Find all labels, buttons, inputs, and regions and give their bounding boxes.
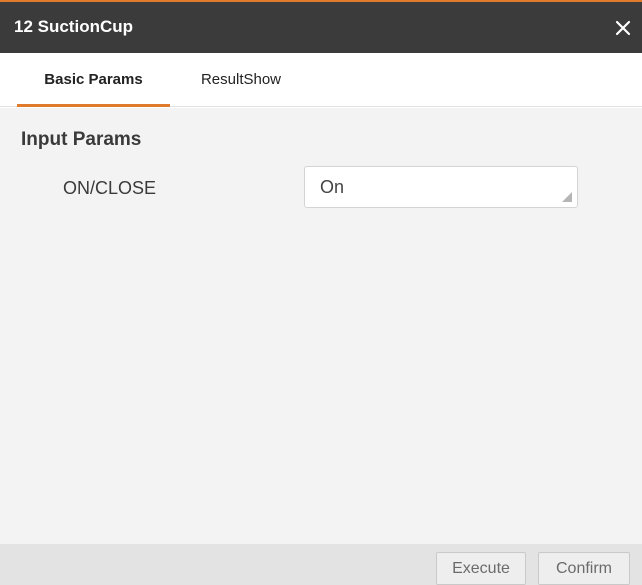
on-close-label: ON/CLOSE — [63, 178, 157, 198]
footer-bar: Execute Confirm — [0, 544, 642, 585]
resize-grip-icon — [562, 192, 572, 202]
close-button[interactable] — [610, 15, 636, 41]
confirm-button[interactable]: Confirm — [538, 552, 630, 585]
params-panel: Input Params ON/CLOSE On — [0, 108, 642, 544]
dialog-title: 12 SuctionCup — [14, 17, 134, 36]
title-bar[interactable]: 12 SuctionCup — [0, 2, 642, 53]
suction-cup-dialog: 12 SuctionCup Basic Params ResultShow In… — [0, 0, 642, 585]
on-close-select[interactable]: On — [304, 166, 578, 208]
tab-result-show[interactable]: ResultShow — [186, 53, 296, 107]
tab-bar: Basic Params ResultShow — [0, 53, 642, 107]
execute-button[interactable]: Execute — [436, 552, 526, 585]
on-close-value: On — [320, 177, 345, 197]
section-title-input-params: Input Params — [21, 129, 142, 150]
tab-basic-params[interactable]: Basic Params — [17, 53, 170, 107]
close-icon — [615, 20, 631, 36]
